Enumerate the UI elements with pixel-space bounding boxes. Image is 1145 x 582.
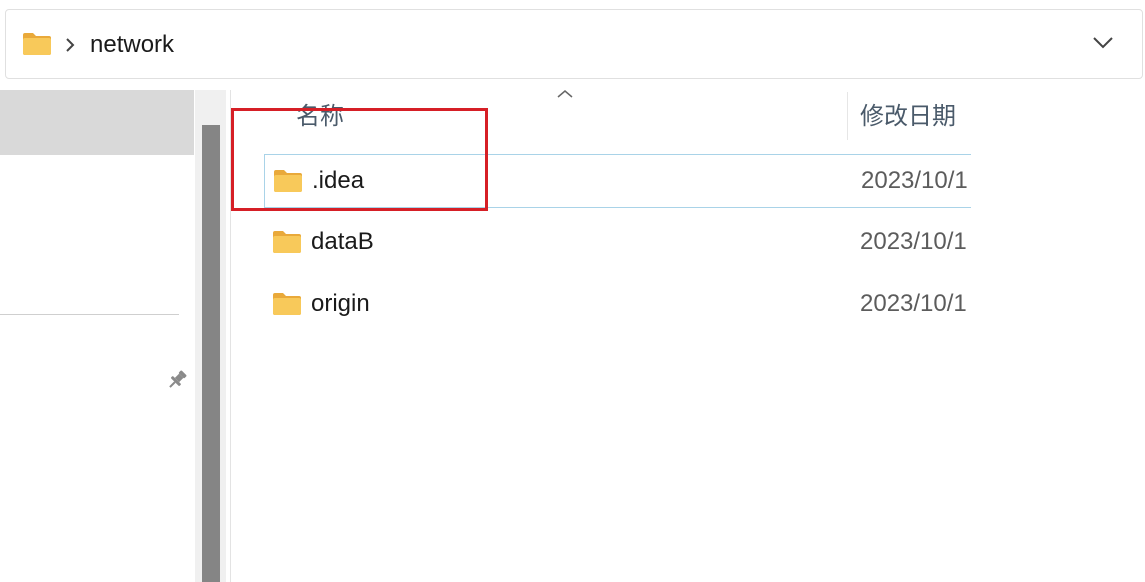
file-date: 2023/10/1 — [860, 228, 967, 255]
file-explorer-window: network 名称 修改日期 .idea 2023/10/1 dataB 20… — [0, 0, 1145, 582]
file-list: .idea 2023/10/1 dataB 2023/10/1 origin 2… — [231, 90, 971, 582]
chevron-down-icon[interactable] — [1092, 36, 1114, 50]
folder-icon — [273, 293, 301, 315]
list-item-idea[interactable]: .idea 2023/10/1 — [264, 154, 971, 208]
details-blank-area — [971, 90, 1145, 582]
file-date: 2023/10/1 — [860, 290, 967, 317]
pin-icon[interactable] — [165, 368, 189, 392]
folder-icon — [274, 170, 302, 192]
file-name: .idea — [312, 167, 365, 194]
nav-scrollbar-thumb[interactable] — [202, 125, 220, 582]
chevron-right-icon[interactable] — [64, 37, 76, 53]
folder-icon — [23, 33, 51, 55]
list-item-origin[interactable]: origin 2023/10/1 — [264, 278, 971, 332]
file-date: 2023/10/1 — [861, 167, 968, 194]
address-bar[interactable]: network — [5, 9, 1143, 79]
nav-item-selected[interactable] — [0, 90, 194, 155]
file-name: dataB — [311, 228, 374, 255]
file-name: origin — [311, 290, 370, 317]
address-path-segment[interactable]: network — [90, 29, 174, 61]
nav-separator — [0, 314, 179, 315]
list-item-datab[interactable]: dataB 2023/10/1 — [264, 216, 971, 270]
folder-icon — [273, 231, 301, 253]
navigation-pane — [0, 90, 195, 582]
